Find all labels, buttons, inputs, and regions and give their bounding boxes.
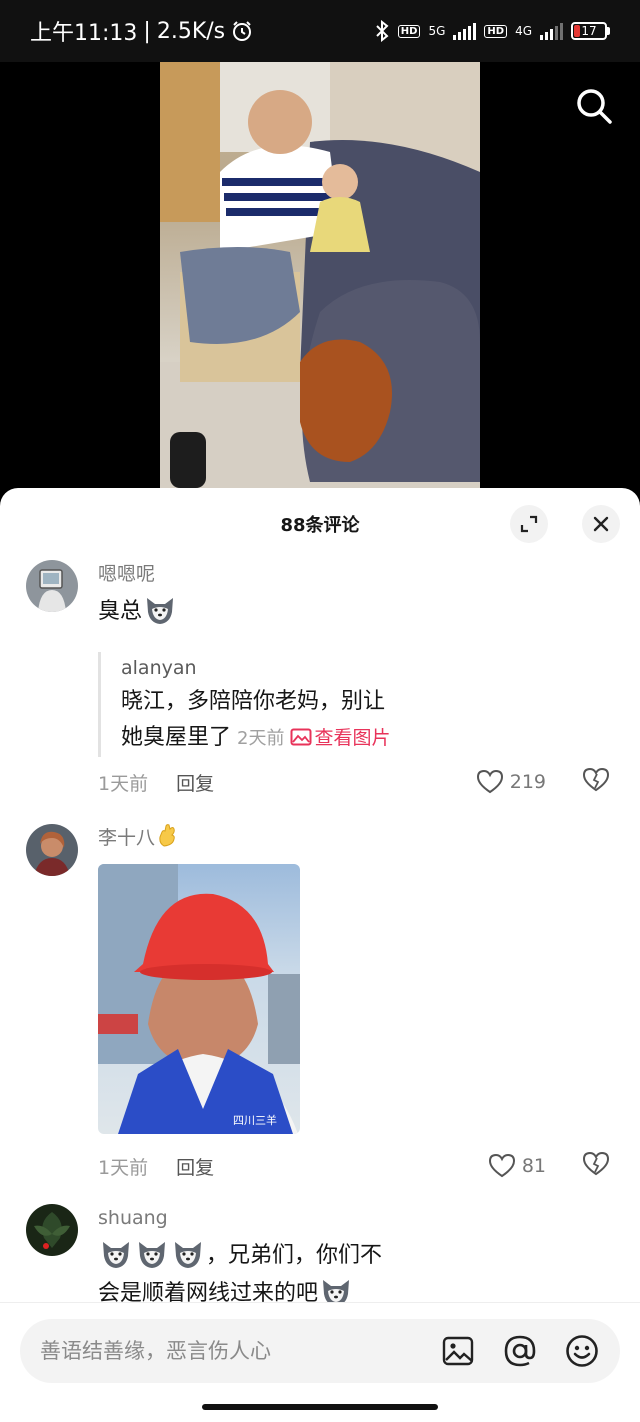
network-speed: 2.5K/s — [156, 18, 226, 44]
quote-text-line2: 她臭屋里了 2天前 查看图片 — [121, 720, 438, 757]
close-button[interactable] — [582, 505, 620, 543]
comment-image[interactable]: 四川三羊 — [98, 864, 300, 1134]
like-count: 219 — [509, 771, 546, 793]
signal-4g-icon — [540, 22, 563, 40]
video-player[interactable] — [0, 62, 640, 502]
signal-4g-label: 4G — [515, 24, 532, 38]
comments-count-title: 88条评论 — [280, 515, 360, 536]
alarm-icon — [233, 21, 252, 41]
search-icon — [577, 89, 612, 124]
image-icon — [290, 728, 312, 746]
image-picker-button[interactable] — [440, 1333, 476, 1369]
dog-emoji-icon — [139, 1242, 165, 1268]
dislike-button[interactable] — [582, 1151, 610, 1182]
quote-text-line2-content: 她臭屋里了 — [121, 725, 232, 750]
like-count: 81 — [521, 1155, 546, 1177]
quote-time: 2天前 — [237, 728, 285, 749]
home-indicator-area — [0, 1396, 640, 1422]
image-icon — [442, 1336, 474, 1366]
comment-text: 臭总 — [98, 592, 610, 630]
comment-time: 1天前 — [98, 772, 149, 795]
broken-heart-icon — [582, 1151, 610, 1175]
broken-heart-icon — [582, 767, 610, 791]
battery-icon: 17 — [571, 22, 610, 40]
comment-item: 李十八 四川三羊 1天前 回复 81 — [0, 824, 640, 1194]
avatar[interactable] — [26, 1204, 78, 1256]
battery-level: 17 — [581, 24, 597, 38]
at-icon — [504, 1335, 536, 1367]
comment-text-content: 臭总 — [98, 599, 143, 624]
like-button[interactable]: 219 — [476, 769, 546, 795]
comments-header: 88条评论 — [0, 488, 640, 560]
expand-button[interactable] — [510, 505, 548, 543]
avatar[interactable] — [26, 824, 78, 876]
video-frame[interactable] — [160, 62, 480, 488]
comments-sheet: 88条评论 嗯嗯呢 臭总 alanyan 晓江，多陪陪你老妈，别让 她臭屋里了 … — [0, 488, 640, 1422]
comment-input-container[interactable] — [20, 1319, 620, 1383]
emoji-button[interactable] — [564, 1333, 600, 1369]
home-indicator[interactable] — [202, 1404, 438, 1410]
comment-text: ，兄弟们，你们不 — [98, 1236, 610, 1274]
video-scene — [160, 62, 480, 488]
expand-icon — [520, 515, 538, 533]
signal-5g-label: 5G — [428, 24, 446, 38]
status-time: 上午11:13 — [30, 21, 138, 46]
dog-emoji-icon — [103, 1242, 129, 1268]
view-image-link[interactable]: 查看图片 — [314, 727, 390, 749]
avatar[interactable] — [26, 560, 78, 612]
search-button[interactable] — [574, 86, 614, 126]
comment-username[interactable]: shuang — [98, 1204, 610, 1232]
reply-button[interactable]: 回复 — [176, 769, 214, 796]
comment-time: 1天前 — [98, 1156, 149, 1179]
heart-icon — [488, 1153, 515, 1178]
smiley-icon — [566, 1335, 598, 1367]
quote-username[interactable]: alanyan — [121, 652, 438, 684]
reply-button[interactable]: 回复 — [176, 1153, 214, 1180]
quoted-reply[interactable]: alanyan 晓江，多陪陪你老妈，别让 她臭屋里了 2天前 查看图片 — [98, 652, 438, 757]
dog-emoji-icon — [175, 1242, 201, 1268]
mention-button[interactable] — [502, 1333, 538, 1369]
comment-text-line1: ，兄弟们，你们不 — [206, 1243, 383, 1268]
dog-emoji-icon — [147, 598, 174, 624]
bluetooth-icon — [376, 20, 389, 42]
hd-badge-2: HD — [484, 24, 508, 38]
status-bar: 上午11:13 | 2.5K/s HD 5G HD 4G 17 — [0, 0, 640, 62]
comment-username[interactable]: 李十八 — [98, 824, 610, 852]
dislike-button[interactable] — [582, 767, 610, 798]
heart-icon — [476, 769, 503, 794]
quote-text-line1: 晓江，多陪陪你老妈，别让 — [121, 689, 386, 714]
close-icon — [593, 516, 609, 532]
svg-text:四川三羊: 四川三羊 — [233, 1113, 277, 1127]
comment-meta: 1天前 回复 81 — [98, 1150, 610, 1182]
status-separator: | — [143, 18, 151, 44]
crossed-fingers-emoji-icon — [159, 824, 175, 847]
comment-input[interactable] — [40, 1339, 400, 1363]
comment-item: 嗯嗯呢 臭总 alanyan 晓江，多陪陪你老妈，别让 她臭屋里了 2天前 查看图… — [0, 560, 640, 810]
like-button[interactable]: 81 — [488, 1153, 546, 1179]
hd-badge-1: HD — [397, 24, 421, 38]
comment-username[interactable]: 嗯嗯呢 — [98, 560, 610, 588]
comment-meta: 1天前 回复 219 — [98, 766, 610, 798]
comment-input-bar — [0, 1302, 640, 1396]
comment-username-text: 李十八 — [98, 827, 156, 849]
signal-5g-icon — [453, 22, 477, 40]
